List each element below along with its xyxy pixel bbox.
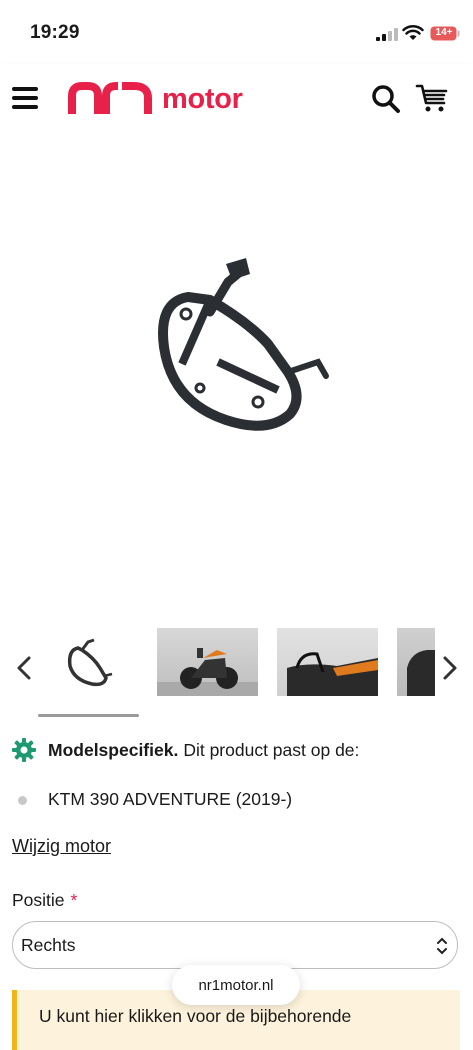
model-specific-row: Modelspecifiek. Dit product past op de: [12,736,462,764]
cart-icon[interactable] [415,82,449,114]
menu-line [12,96,38,100]
compatible-bike-item: KTM 390 ADVENTURE (2019-) [18,786,458,812]
crash-bar-product-image [158,258,329,431]
menu-line [12,105,38,109]
model-specific-label: Modelspecifiek. [48,739,179,760]
thumbnail-3[interactable] [277,628,378,696]
wifi-icon [402,25,424,40]
search-icon[interactable] [371,84,401,114]
browser-url-text: nr1motor.nl [198,976,274,994]
browser-url-bar[interactable]: nr1motor.nl [172,965,300,1005]
thumbnail-4[interactable] [397,628,435,696]
model-specific-description: Dit product past op de: [183,739,360,760]
position-select-value: Rechts [21,934,76,955]
position-label-text: Positie [12,890,65,910]
site-logo[interactable]: motor [68,82,243,116]
crash-bar-thumbnail-image [67,638,113,687]
site-header: motor [0,64,473,132]
position-select[interactable]: Rechts [12,921,458,969]
thumbnail-carousel [0,620,473,720]
chevron-left-icon[interactable] [14,654,34,682]
detail-thumbnail-image [407,650,435,696]
change-motor-link[interactable]: Wijzig motor [12,836,111,857]
thumbnail-1[interactable] [38,628,139,696]
status-time: 19:29 [30,22,80,43]
compatible-bike-name: KTM 390 ADVENTURE (2019-) [48,788,293,809]
chevron-right-icon[interactable] [440,654,460,682]
battery-level: 14+ [435,27,453,38]
menu-line [12,87,38,91]
chevron-updown-icon [437,937,447,955]
logo-mark-icon [68,82,152,114]
signal-icon [376,28,398,41]
required-mark: * [70,890,78,910]
crash-bar-mounted-thumbnail-image [287,652,378,696]
position-label: Positie * [12,890,77,911]
status-bar: 19:29 14+ [0,0,473,64]
menu-button[interactable] [12,87,38,109]
motorcycle-thumbnail-image [157,648,258,696]
active-thumbnail-indicator [38,714,139,717]
bullet-icon [18,796,27,805]
logo-text: motor [162,82,243,115]
gear-icon [12,738,36,762]
thumbnail-2[interactable] [157,628,258,696]
product-image-area[interactable] [0,132,473,612]
